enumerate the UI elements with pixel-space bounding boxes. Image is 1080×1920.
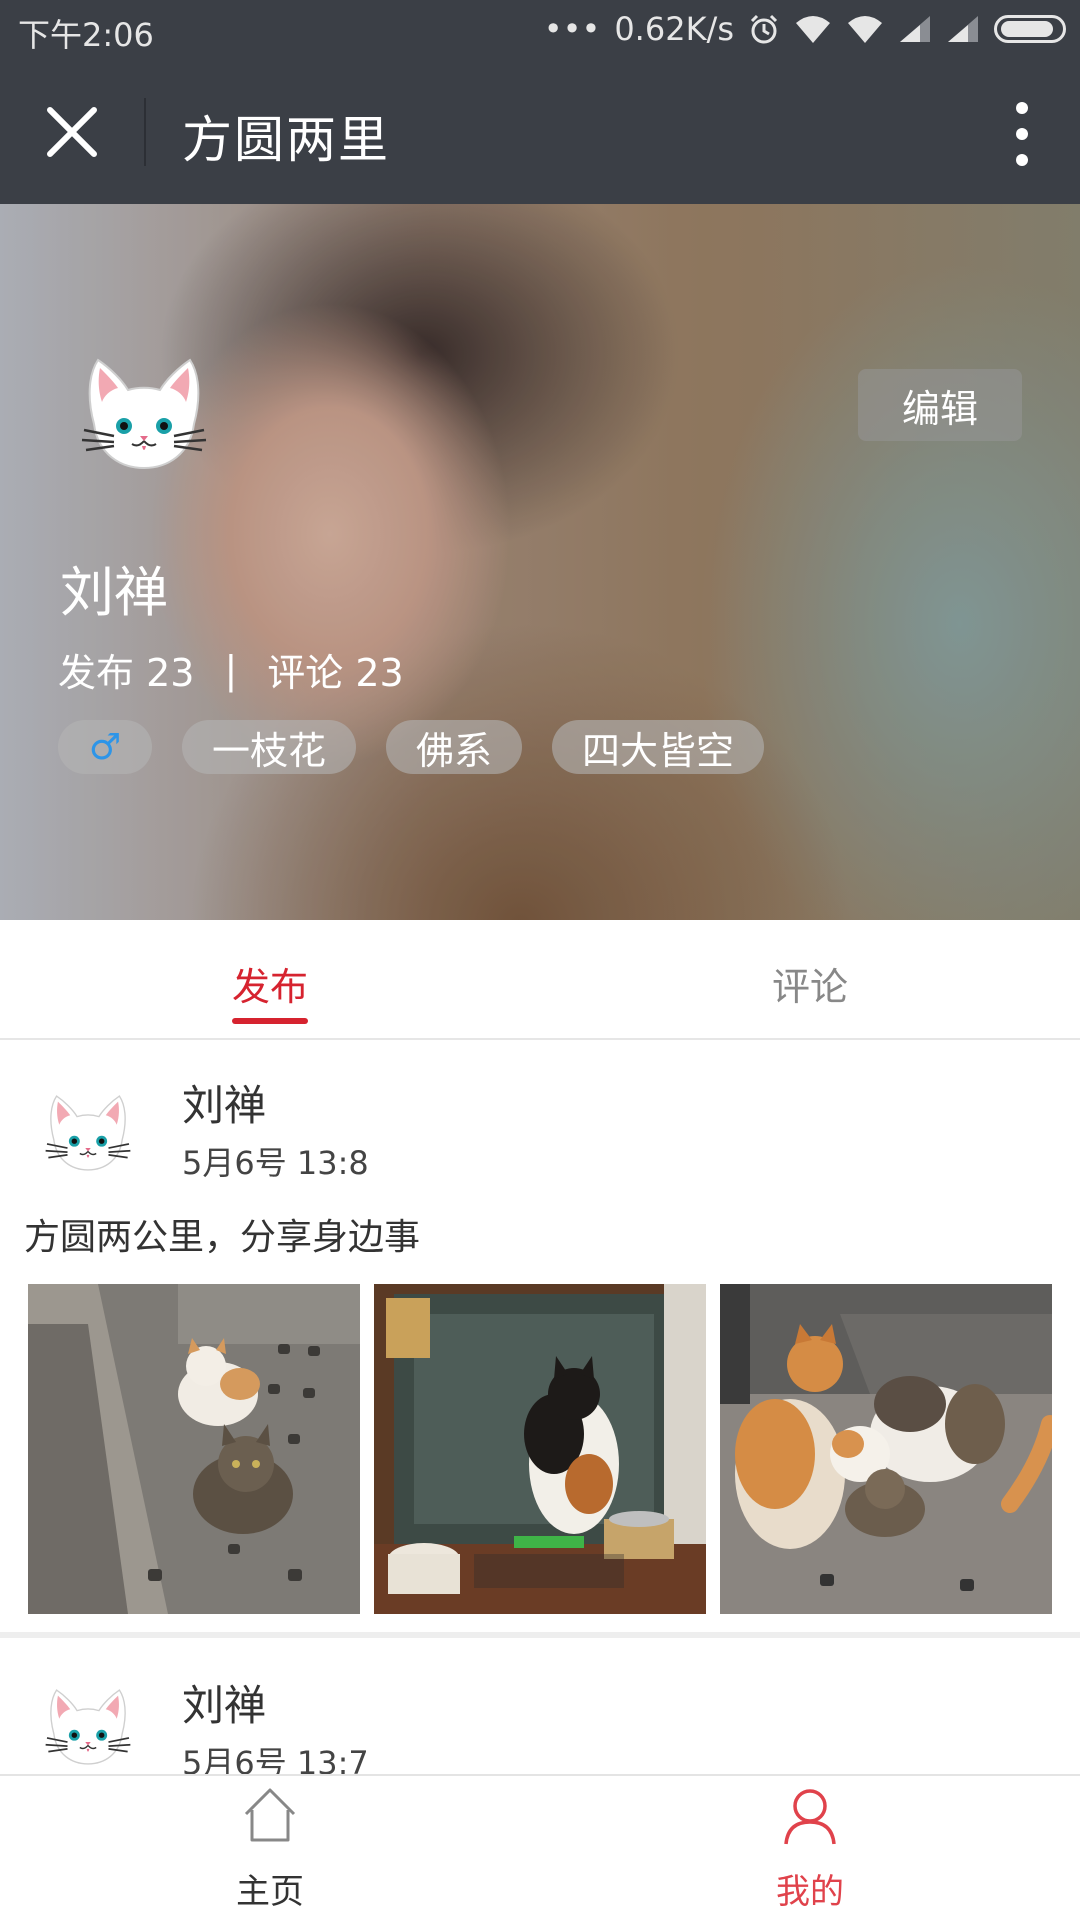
close-icon[interactable]: [40, 100, 104, 164]
wifi-icon: [796, 16, 830, 43]
title-bar: 方圆两里: [0, 60, 1080, 204]
signal-icon: [900, 16, 930, 42]
status-dots: •••: [543, 10, 601, 48]
nav-item-home[interactable]: 主页: [0, 1776, 540, 1920]
posts-count: 发布 23: [58, 651, 195, 695]
home-icon: [244, 1788, 296, 1842]
gender-male-tag: ♂: [58, 720, 152, 774]
stats-separator: |: [224, 647, 238, 692]
profile-stats: 发布 23 | 评论 23: [58, 642, 404, 697]
title-divider: [144, 98, 146, 166]
profile-tags: ♂ 一枝花 佛系 四大皆空: [58, 720, 765, 774]
cat-photo[interactable]: [374, 1284, 706, 1614]
network-speed: 0.62K/s: [614, 10, 734, 48]
page-title: 方圆两里: [182, 111, 390, 169]
post-time: 5月6号 13:8: [182, 1144, 369, 1182]
content-tabs: 发布 评论: [0, 920, 1080, 1040]
status-bar: 下午2:06 ••• 0.62K/s: [0, 0, 1080, 60]
alarm-icon: [750, 14, 778, 44]
nav-label-home: 主页: [236, 1872, 304, 1912]
profile-name: 刘禅: [60, 561, 168, 624]
more-vertical-icon[interactable]: [1004, 102, 1040, 166]
battery-icon: [994, 15, 1066, 43]
nav-item-me[interactable]: 我的: [540, 1776, 1080, 1920]
profile-header: 编辑 刘禅 发布 23 | 评论 23 ♂ 一枝花 佛系 四大皆空: [0, 204, 1080, 920]
post-avatar[interactable]: [38, 1686, 138, 1768]
profile-tag: 四大皆空: [552, 720, 765, 774]
post-item[interactable]: 刘禅 5月6号 13:8 方圆两公里，分享身边事: [0, 1042, 1080, 1638]
post-photos: [28, 1284, 1052, 1614]
cat-photo[interactable]: [720, 1284, 1052, 1614]
post-text: 方圆两公里，分享身边事: [24, 1217, 421, 1258]
nav-label-me: 我的: [776, 1872, 844, 1912]
wifi-icon: [848, 16, 882, 43]
bottom-nav: 主页 我的: [0, 1774, 1080, 1920]
cat-photo[interactable]: [28, 1284, 360, 1614]
profile-tag: 一枝花: [182, 720, 357, 774]
status-icons: ••• 0.62K/s: [544, 10, 1066, 48]
edit-button[interactable]: 编辑: [858, 369, 1022, 441]
status-time: 下午2:06: [18, 16, 154, 54]
post-item[interactable]: 刘禅 5月6号 13:7: [0, 1644, 1080, 1782]
profile-tag: 佛系: [386, 720, 523, 774]
post-author[interactable]: 刘禅: [182, 1672, 266, 1733]
avatar[interactable]: [76, 354, 212, 474]
tab-comments[interactable]: 评论: [772, 956, 848, 1011]
post-author[interactable]: 刘禅: [182, 1072, 266, 1133]
comments-count: 评论 23: [267, 651, 404, 695]
post-avatar[interactable]: [38, 1092, 138, 1174]
signal-icon: [948, 16, 978, 42]
tab-posts[interactable]: 发布: [232, 956, 309, 1024]
user-icon: [784, 1789, 836, 1845]
